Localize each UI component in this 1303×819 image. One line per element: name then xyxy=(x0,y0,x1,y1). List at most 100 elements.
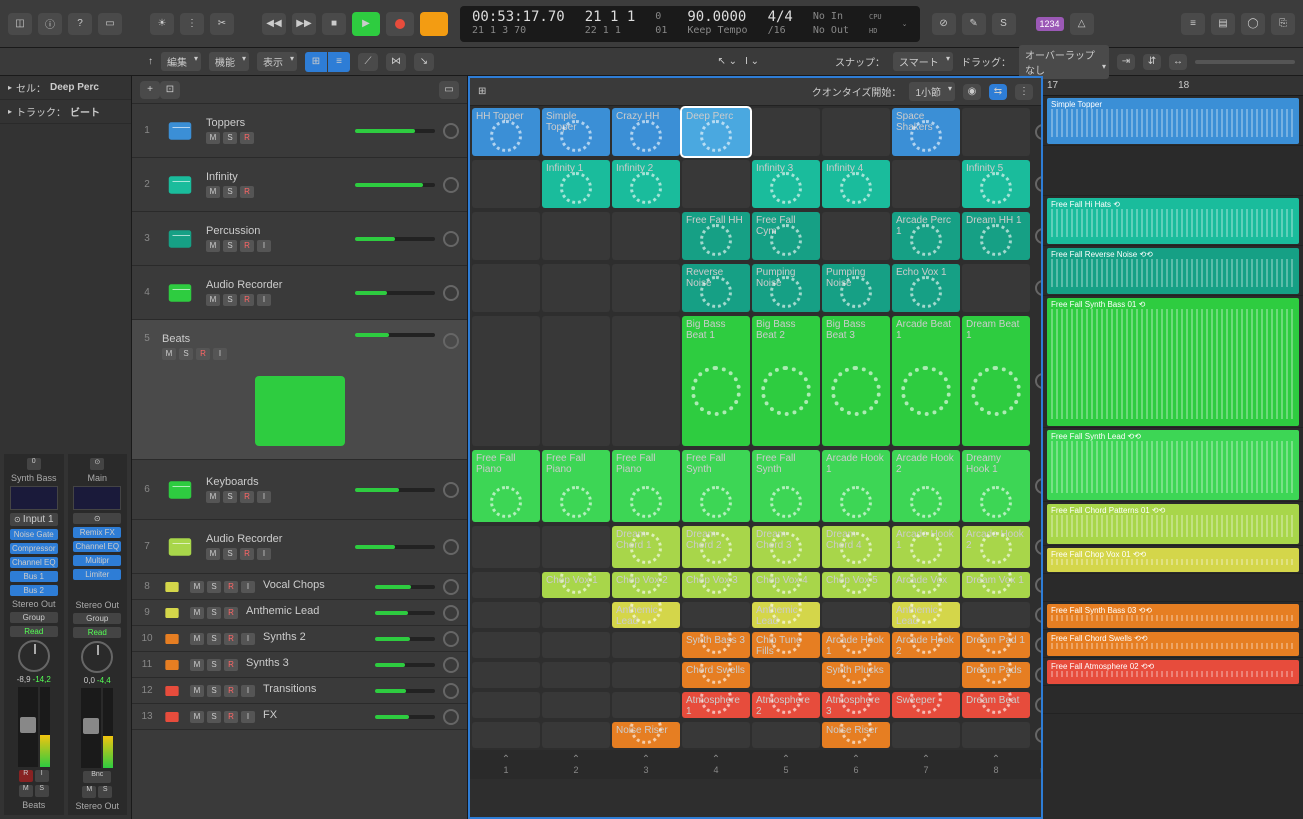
m-button[interactable]: M xyxy=(206,186,220,198)
r-button[interactable]: R xyxy=(224,581,238,593)
r-button[interactable]: R xyxy=(224,607,238,619)
s-button[interactable]: S xyxy=(207,685,221,697)
cycle-button[interactable] xyxy=(420,12,448,36)
s-button[interactable]: S xyxy=(223,294,237,306)
global-icon[interactable]: ▭ xyxy=(439,81,459,99)
display-icon[interactable]: ☀ xyxy=(150,13,174,35)
track-row[interactable]: 10MSRISynths 2 xyxy=(132,626,467,652)
loop-cell[interactable]: Atmosphere 3 xyxy=(822,692,890,718)
list-icon[interactable]: ≡ xyxy=(1181,13,1205,35)
loop-cell[interactable]: Arcade Hook 2 xyxy=(892,450,960,522)
scene-trigger[interactable]: 3 xyxy=(612,754,680,775)
pan-knob[interactable] xyxy=(443,231,459,247)
loop-cell[interactable]: Arcade Vox xyxy=(892,572,960,598)
loop-cell[interactable] xyxy=(612,264,680,312)
pan-knob[interactable] xyxy=(443,482,459,498)
loop-cell[interactable]: Free Fall Piano xyxy=(612,450,680,522)
fader[interactable] xyxy=(81,688,101,768)
loop-cell[interactable] xyxy=(472,632,540,658)
timeline-track[interactable]: Free Fall Chord Swells ⟲⟲ xyxy=(1043,630,1303,658)
scene-trigger[interactable]: 2 xyxy=(542,754,610,775)
m-button[interactable]: M xyxy=(206,132,220,144)
track-row[interactable]: 8MSRIVocal Chops xyxy=(132,574,467,600)
volume-slider[interactable] xyxy=(355,237,435,241)
pan-knob[interactable] xyxy=(443,123,459,139)
scene-trigger[interactable]: 8 xyxy=(962,754,1030,775)
functions-menu[interactable]: 機能 xyxy=(209,52,249,71)
region[interactable]: Simple Topper xyxy=(1047,98,1299,144)
loop-cell[interactable] xyxy=(682,602,750,628)
trigger-column[interactable] xyxy=(1032,662,1043,688)
text-tool-icon[interactable]: I ⌄ xyxy=(745,56,759,67)
loop-cell[interactable] xyxy=(612,662,680,688)
pan-knob[interactable] xyxy=(443,333,459,349)
s-button[interactable]: S xyxy=(179,348,193,360)
i-button[interactable]: I xyxy=(257,294,271,306)
loop-cell[interactable]: Arcade Perc 1 xyxy=(892,212,960,260)
loop-cell[interactable]: Infinity 1 xyxy=(542,160,610,208)
timeline-track[interactable]: Free Fall Atmosphere 02 ⟲⟲ xyxy=(1043,658,1303,686)
loop-cell[interactable] xyxy=(682,722,750,748)
r-button[interactable]: R xyxy=(240,186,254,198)
loop-cell[interactable] xyxy=(542,602,610,628)
scene-stop[interactable]: ■ xyxy=(1032,754,1043,775)
volume-slider[interactable] xyxy=(375,611,435,615)
scene-trigger[interactable]: 5 xyxy=(752,754,820,775)
m-button[interactable]: M xyxy=(190,607,204,619)
loop-cell[interactable] xyxy=(472,602,540,628)
timeline-track[interactable] xyxy=(1043,146,1303,196)
trigger-column[interactable] xyxy=(1032,316,1043,446)
m-button[interactable]: M xyxy=(190,685,204,697)
volume-slider[interactable] xyxy=(355,488,435,492)
loop-cell[interactable]: Dream HH 1 xyxy=(962,212,1030,260)
loop-cell[interactable]: Synth Plucks xyxy=(822,662,890,688)
loop-cell[interactable] xyxy=(472,316,540,446)
r-button[interactable]: R xyxy=(240,548,254,560)
i-button[interactable]: I xyxy=(241,581,255,593)
library-icon[interactable]: ◫ xyxy=(8,13,32,35)
loop-cell[interactable]: Infinity 5 xyxy=(962,160,1030,208)
m-button[interactable]: M xyxy=(206,240,220,252)
m-button[interactable]: M xyxy=(190,711,204,723)
trigger-column[interactable] xyxy=(1032,108,1043,156)
trigger-column[interactable] xyxy=(1032,212,1043,260)
scene-trigger[interactable]: 6 xyxy=(822,754,890,775)
loop-cell[interactable] xyxy=(962,108,1030,156)
duplicate-icon[interactable]: ⊡ xyxy=(160,81,180,99)
loop-cell[interactable] xyxy=(542,212,610,260)
record-button[interactable] xyxy=(386,12,414,36)
loop-cell[interactable]: Dream Chord 1 xyxy=(612,526,680,568)
loop-cell[interactable]: Big Bass Beat 3 xyxy=(822,316,890,446)
zoom-slider[interactable] xyxy=(1195,60,1295,64)
inspector-icon[interactable]: ⓘ xyxy=(38,13,62,35)
view-menu[interactable]: 表示 xyxy=(257,52,297,71)
loop-cell[interactable] xyxy=(542,662,610,688)
notes-icon[interactable]: ▤ xyxy=(1211,13,1235,35)
help-icon[interactable]: ? xyxy=(68,13,92,35)
pointer-tool-icon[interactable]: ↖ ⌄ xyxy=(718,56,738,67)
input-chip[interactable]: ⊙ Input 1 xyxy=(10,513,58,526)
toolbar-icon[interactable]: ▭ xyxy=(98,13,122,35)
pan-knob[interactable] xyxy=(443,605,459,621)
r-button[interactable]: R xyxy=(224,685,238,697)
loop-cell[interactable] xyxy=(542,526,610,568)
loop-cell[interactable] xyxy=(612,316,680,446)
loop-cell[interactable] xyxy=(472,264,540,312)
loop-cell[interactable] xyxy=(472,526,540,568)
m-button[interactable]: M xyxy=(190,633,204,645)
loop-cell[interactable]: HH Topper xyxy=(472,108,540,156)
region[interactable]: Free Fall Chord Swells ⟲⟲ xyxy=(1047,632,1299,656)
loop-cell[interactable]: Crazy HH xyxy=(612,108,680,156)
loop-cell[interactable]: Dream Vox 1 xyxy=(962,572,1030,598)
loop-cell[interactable]: Noise Riser xyxy=(612,722,680,748)
loop-cell[interactable]: Chop Vox 1 xyxy=(542,572,610,598)
loops-icon[interactable]: ◯ xyxy=(1241,13,1265,35)
loop-cell[interactable] xyxy=(892,160,960,208)
loop-cell[interactable]: Infinity 3 xyxy=(752,160,820,208)
loop-cell[interactable] xyxy=(472,572,540,598)
loop-cell[interactable]: Noise Riser xyxy=(822,722,890,748)
auto-icon[interactable]: ⋮ xyxy=(180,13,204,35)
loop-cell[interactable]: Big Bass Beat 1 xyxy=(682,316,750,446)
loop-cell[interactable] xyxy=(542,722,610,748)
loop-cell[interactable] xyxy=(612,632,680,658)
